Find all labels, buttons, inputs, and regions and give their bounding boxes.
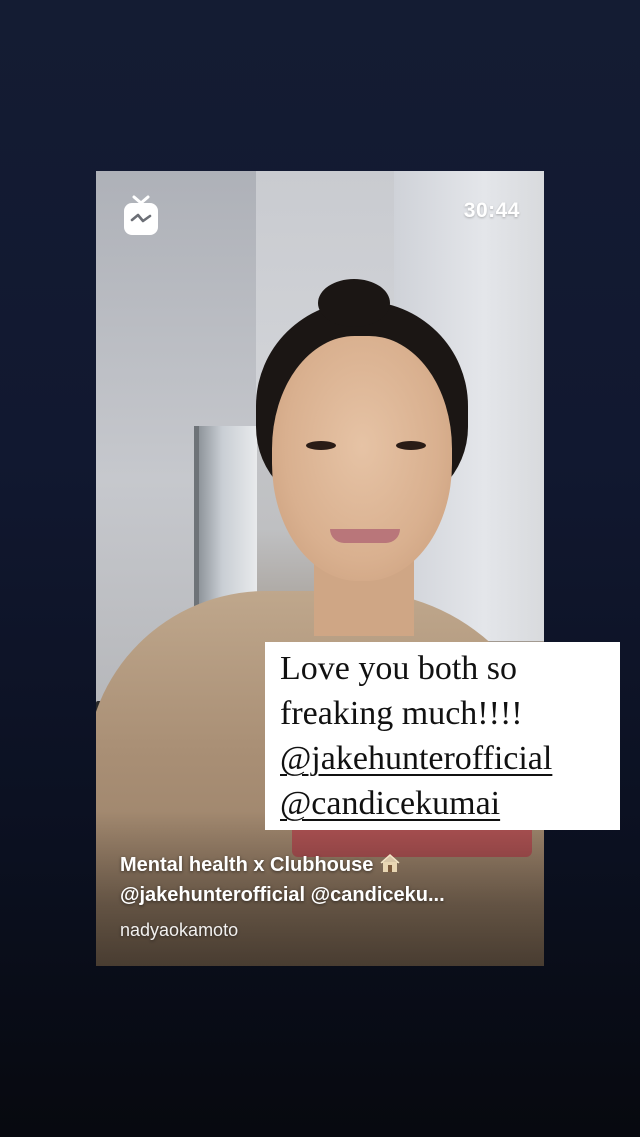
caption-title: Mental health x Clubhouse [120,854,374,876]
sticker-line-2: freaking much!!!! [280,695,523,732]
story-text-sticker: Love you both so freaking much!!!! @jake… [265,642,620,830]
person-mouth [330,529,400,543]
igtv-icon[interactable] [123,194,159,236]
mention-candicekumai[interactable]: @candicekumai [280,781,610,826]
mention-jakehunterofficial[interactable]: @jakehunterofficial [280,736,610,781]
video-caption[interactable]: Mental health x Clubhouse @jakehunteroff… [120,851,530,943]
sticker-line-1: Love you both so [280,650,518,687]
person-eye-left [306,441,336,450]
video-duration: 30:44 [463,199,520,222]
person-hair-bun [318,279,390,327]
video-preview[interactable]: 30:44 Mental health x Clubhouse @jakehun… [96,171,544,966]
house-icon [379,853,401,881]
caption-title-row: Mental health x Clubhouse [120,851,530,881]
person-face [272,336,452,581]
author-username[interactable]: nadyaokamoto [120,917,530,943]
person-eye-right [396,441,426,450]
caption-mentions[interactable]: @jakehunterofficial @candiceku... [120,881,530,909]
